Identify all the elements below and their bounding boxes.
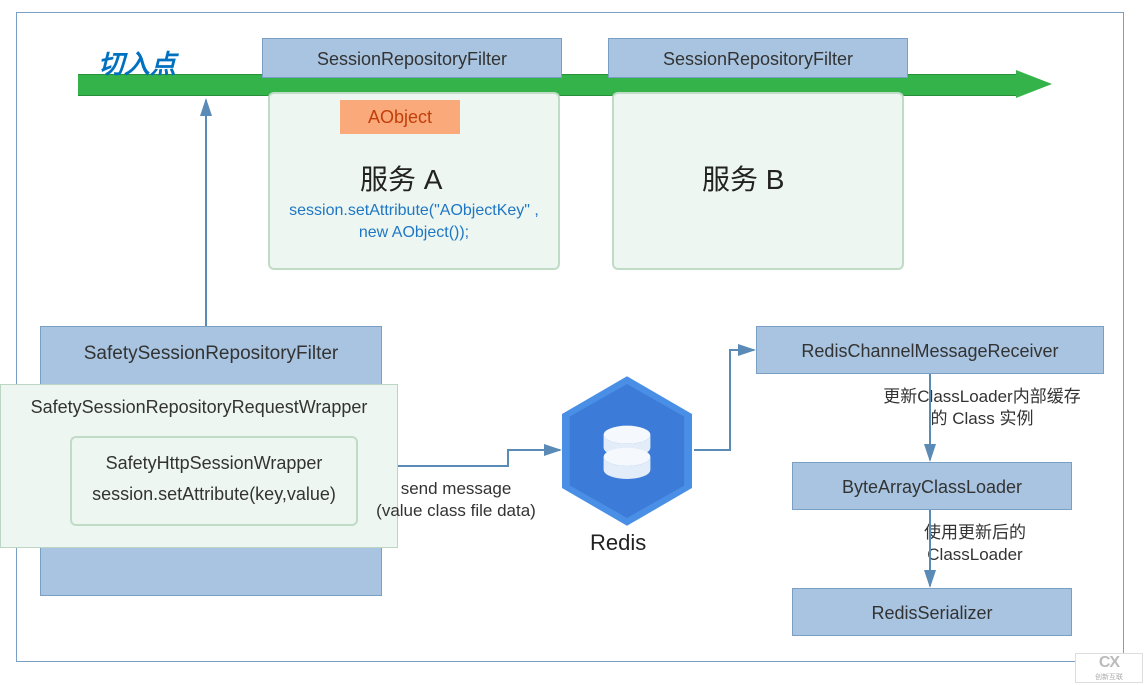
- watermark-logo: CX: [1099, 654, 1119, 672]
- inner-code: session.setAttribute(key,value): [72, 479, 356, 510]
- flow-arrow-head: [1016, 70, 1052, 98]
- redis-serializer: RedisSerializer: [792, 588, 1072, 636]
- update-classloader-text: 更新ClassLoader内部缓存的 Class 实例: [876, 386, 1088, 430]
- use-updated-classloader-text: 使用更新后的ClassLoader: [890, 522, 1060, 566]
- service-a-title: 服务 A: [360, 158, 442, 198]
- redis-label: Redis: [590, 530, 646, 556]
- send-message-label: send message (value class file data): [376, 478, 536, 522]
- redis-channel-message-receiver: RedisChannelMessageReceiver: [756, 326, 1104, 374]
- watermark-text1: 创新互联: [1095, 672, 1123, 682]
- session-repository-filter-b: SessionRepositoryFilter: [608, 38, 908, 78]
- safety-filter-title: SafetySessionRepositoryFilter: [41, 327, 381, 381]
- safety-http-session-wrapper: SafetyHttpSessionWrapper session.setAttr…: [70, 436, 358, 526]
- aobject-tag: AObject: [340, 100, 460, 134]
- entry-point-label: 切入点: [98, 44, 176, 81]
- redis-icon: [562, 376, 692, 526]
- inner-title: SafetyHttpSessionWrapper: [72, 448, 356, 479]
- session-repository-filter-a: SessionRepositoryFilter: [262, 38, 562, 78]
- byte-array-classloader: ByteArrayClassLoader: [792, 462, 1072, 510]
- service-b-title: 服务 B: [702, 158, 784, 198]
- service-a-code: session.setAttribute("AObjectKey" , new …: [284, 200, 544, 243]
- wrapper-title: SafetySessionRepositoryRequestWrapper: [1, 397, 397, 418]
- watermark: CX 创新互联: [1075, 653, 1143, 683]
